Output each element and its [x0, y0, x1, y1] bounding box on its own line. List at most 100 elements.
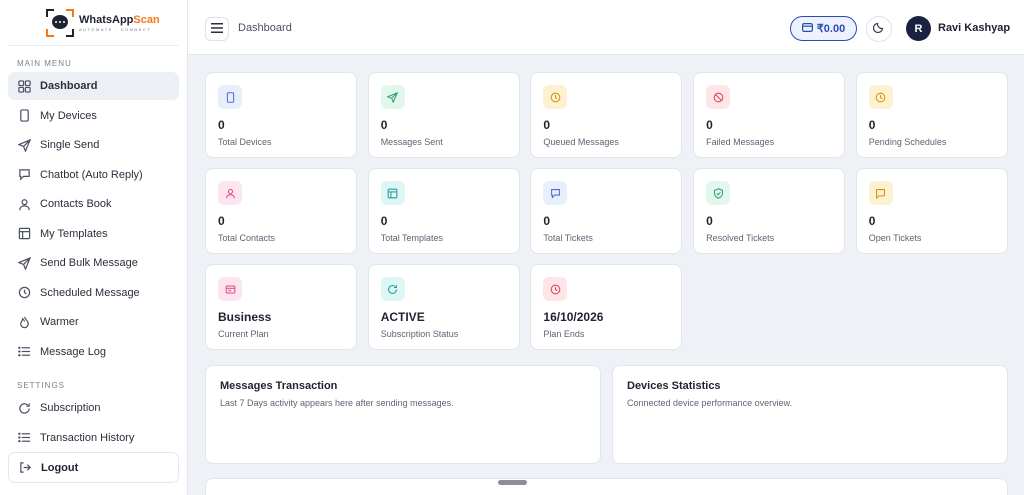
clock-icon	[868, 85, 893, 109]
stat-card-current-plan: Business Current Plan	[205, 264, 357, 350]
sidebar-item-label: Message Log	[40, 345, 107, 358]
stat-value: 0	[868, 214, 876, 228]
sidebar-item-dashboard[interactable]: Dashboard	[8, 72, 179, 100]
settings-label: SETTINGS	[17, 381, 66, 390]
stat-card-total-contacts: 0 Total Contacts	[205, 168, 357, 254]
brand-tagline: AUTOMATE · CONNECT	[79, 26, 152, 32]
sidebar-item-message-log[interactable]: Message Log	[8, 338, 179, 366]
grid-icon	[18, 79, 31, 93]
menu-toggle-button[interactable]	[205, 17, 229, 41]
stat-label: Open Tickets	[868, 233, 922, 243]
stat-value: ACTIVE	[380, 310, 425, 324]
top-header: Dashboard ₹0.00 R Ravi Kashyap	[188, 0, 1024, 55]
stat-label: Total Devices	[218, 137, 272, 147]
stat-label: Pending Schedules	[868, 137, 947, 147]
scroll-handle[interactable]	[498, 480, 527, 485]
sidebar-item-scheduled-message[interactable]: Scheduled Message	[8, 279, 179, 307]
panel-title: Messages Transaction	[220, 380, 338, 392]
sidebar-item-my-devices[interactable]: My Devices	[8, 102, 179, 130]
sidebar-item-label: Transaction History	[40, 431, 135, 444]
stat-label: Resolved Tickets	[706, 233, 775, 243]
main-menu-label: MAIN MENU	[17, 59, 72, 68]
template-icon	[380, 181, 405, 205]
clock-icon	[543, 277, 568, 301]
moon-icon	[872, 20, 885, 38]
clock-icon	[18, 286, 31, 299]
sidebar-item-label: Contacts Book	[40, 198, 112, 210]
stat-label: Subscription Status	[380, 329, 459, 339]
refresh-icon	[18, 402, 31, 415]
chat-icon	[543, 181, 568, 205]
user-name[interactable]: Ravi Kashyap	[938, 22, 1010, 34]
stat-value: 0	[868, 118, 876, 132]
send-icon	[380, 85, 405, 109]
list-icon	[18, 431, 31, 444]
shield-check-icon	[706, 181, 731, 205]
wallet-balance-button[interactable]: ₹0.00	[790, 16, 857, 41]
sidebar-item-label: Chatbot (Auto Reply)	[40, 168, 143, 181]
stat-card-open-tickets: 0 Open Tickets	[855, 168, 1008, 254]
sidebar: WhatsAppScan AUTOMATE · CONNECT MAIN MEN…	[0, 0, 188, 495]
stat-card-resolved-tickets: 0 Resolved Tickets	[693, 168, 846, 254]
sidebar-item-single-send[interactable]: Single Send	[8, 131, 179, 159]
logout-icon	[19, 461, 32, 474]
stat-value: 0	[380, 214, 388, 228]
stat-label: Plan Ends	[543, 329, 585, 339]
stat-label: Messages Sent	[380, 137, 443, 147]
phone-icon	[18, 109, 31, 122]
sidebar-item-send-bulk-message[interactable]: Send Bulk Message	[8, 249, 179, 277]
sidebar-item-label: Warmer	[40, 316, 79, 328]
logout-button[interactable]: Logout	[8, 452, 179, 483]
stat-card-total-devices: 0 Total Devices	[205, 72, 357, 158]
template-icon	[18, 227, 31, 240]
stat-label: Failed Messages	[706, 137, 775, 147]
user-icon	[218, 181, 242, 205]
sidebar-item-transaction-history[interactable]: Transaction History	[8, 424, 179, 452]
ban-icon	[706, 85, 731, 109]
stat-value: 0	[706, 214, 713, 228]
sidebar-item-label: Send Bulk Message	[40, 257, 138, 269]
stat-card-messages-sent: 0 Messages Sent	[367, 72, 520, 158]
devices-statistics-panel: Devices Statistics Connected device perf…	[612, 365, 1008, 464]
stat-label: Total Contacts	[218, 233, 276, 243]
sidebar-item-warmer[interactable]: Warmer	[8, 308, 179, 336]
sidebar-item-subscription[interactable]: Subscription	[8, 394, 179, 422]
sidebar-item-label: Dashboard	[40, 80, 98, 92]
sidebar-item-label: Single Send	[40, 139, 100, 151]
stat-value: 16/10/2026	[543, 310, 604, 324]
stat-card-queued-messages: 0 Queued Messages	[530, 72, 683, 158]
stat-card-pending-schedules: 0 Pending Schedules	[855, 72, 1008, 158]
stat-value: 0	[543, 118, 551, 132]
phone-icon	[218, 85, 242, 109]
list-icon	[18, 345, 31, 358]
logout-label: Logout	[41, 461, 79, 474]
stat-card-total-tickets: 0 Total Tickets	[530, 168, 683, 254]
stat-value: Business	[218, 310, 272, 324]
avatar[interactable]: R	[906, 16, 931, 41]
sidebar-item-chatbot-auto-reply[interactable]: Chatbot (Auto Reply)	[8, 161, 179, 189]
sidebar-item-label: My Devices	[40, 109, 97, 122]
panel-title: Devices Statistics	[627, 380, 721, 392]
hamburger-icon	[211, 20, 223, 38]
panel-subtitle: Last 7 Days activity appears here after …	[220, 398, 454, 408]
chat-icon	[18, 168, 31, 181]
wallet-icon	[801, 22, 813, 35]
stat-card-failed-messages: 0 Failed Messages	[693, 72, 846, 158]
stat-label: Total Tickets	[543, 233, 593, 243]
card-icon	[218, 277, 242, 301]
user-icon	[18, 198, 31, 211]
sidebar-item-contacts-book[interactable]: Contacts Book	[8, 190, 179, 218]
theme-toggle-button[interactable]	[866, 16, 892, 42]
sidebar-item-label: Scheduled Message	[40, 286, 140, 299]
stat-value: 0	[380, 118, 388, 132]
stat-value: 0	[543, 214, 551, 228]
stat-label: Queued Messages	[543, 137, 619, 147]
sidebar-item-label: Subscription	[40, 402, 101, 414]
bottom-panel	[205, 478, 1008, 495]
stat-value: 0	[706, 118, 713, 132]
send-icon	[18, 138, 31, 152]
brand-logo[interactable]: WhatsAppScan AUTOMATE · CONNECT	[8, 0, 179, 46]
stat-value: 0	[218, 214, 225, 228]
refresh-icon	[380, 277, 405, 301]
sidebar-item-my-templates[interactable]: My Templates	[8, 220, 179, 248]
